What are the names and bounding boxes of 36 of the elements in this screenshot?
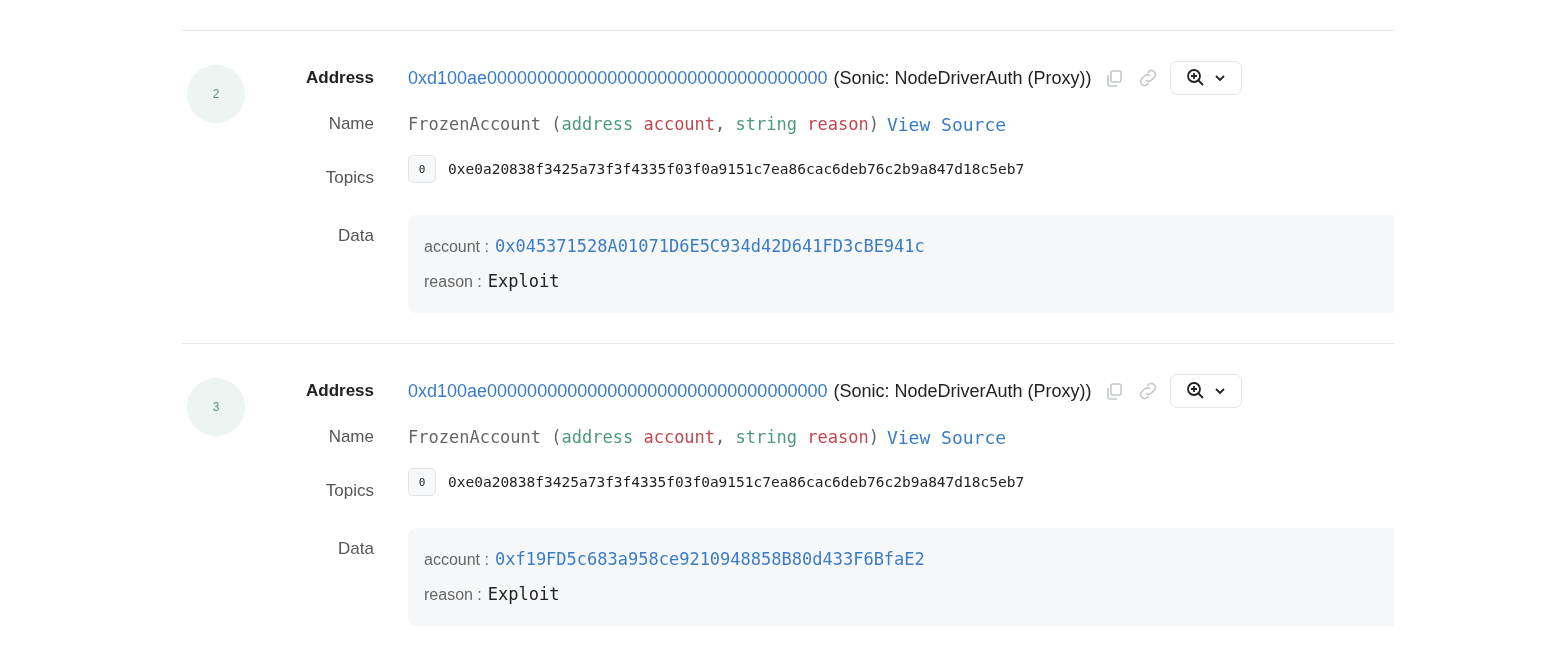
zoom-dropdown-button[interactable]	[1169, 61, 1242, 95]
zoom-in-icon	[1185, 68, 1206, 88]
field-label: Name	[327, 426, 374, 448]
field-label: Data	[337, 538, 374, 560]
data-key: account :	[424, 230, 489, 264]
view-source-link[interactable]: View Source	[886, 426, 1007, 448]
topic-hash: 0xe0a20838f3425a73f3f4335f03f0a9151c7ea86cac6deb76c2b9a847d18c5eb7	[448, 474, 1025, 490]
field-label: Topics	[324, 480, 374, 502]
caret-icon	[1213, 387, 1226, 395]
log-index-badge: 3	[187, 378, 245, 436]
field-label: Name	[327, 113, 374, 135]
field-label: Address	[304, 380, 374, 402]
address-link[interactable]: 0xf19FD5c683a958ce9210948858B80d433F6BfaE2	[494, 542, 925, 576]
data-key: reason :	[424, 578, 482, 612]
topic-hash: 0xe0a20838f3425a73f3f4335f03f0a9151c7ea86cac6deb76c2b9a847d18c5eb7	[448, 161, 1025, 177]
contract-name: (Sonic: NodeDriverAuth (Proxy))	[833, 67, 1092, 89]
topic-index-badge: 0	[408, 155, 436, 183]
field-label: Address	[304, 67, 374, 89]
data-value: Exploit	[487, 270, 560, 293]
data-key: reason :	[424, 265, 482, 299]
caret-icon	[1213, 74, 1226, 82]
data-value: Exploit	[487, 583, 560, 606]
address-link[interactable]: 0x045371528A01071D6E5C934d42D641FD3cBE941c	[494, 229, 925, 263]
zoom-dropdown-button[interactable]	[1169, 374, 1242, 408]
view-source-link[interactable]: View Source	[886, 113, 1007, 135]
field-label: Data	[337, 225, 374, 247]
event-signature: FrozenAccount (address account, string reason)	[408, 114, 879, 134]
topic-index-badge: 0	[408, 468, 436, 496]
field-label: Topics	[324, 167, 374, 189]
event-signature: FrozenAccount (address account, string reason)	[408, 427, 879, 447]
log-index-badge: 2	[187, 65, 245, 123]
contract-name: (Sonic: NodeDriverAuth (Proxy))	[833, 380, 1092, 402]
data-key: account :	[424, 543, 489, 577]
address-link[interactable]: 0xd100ae0000000000000000000000000000000000	[408, 380, 828, 402]
address-link[interactable]: 0xd100ae0000000000000000000000000000000000	[408, 67, 828, 89]
zoom-in-icon	[1185, 381, 1206, 401]
